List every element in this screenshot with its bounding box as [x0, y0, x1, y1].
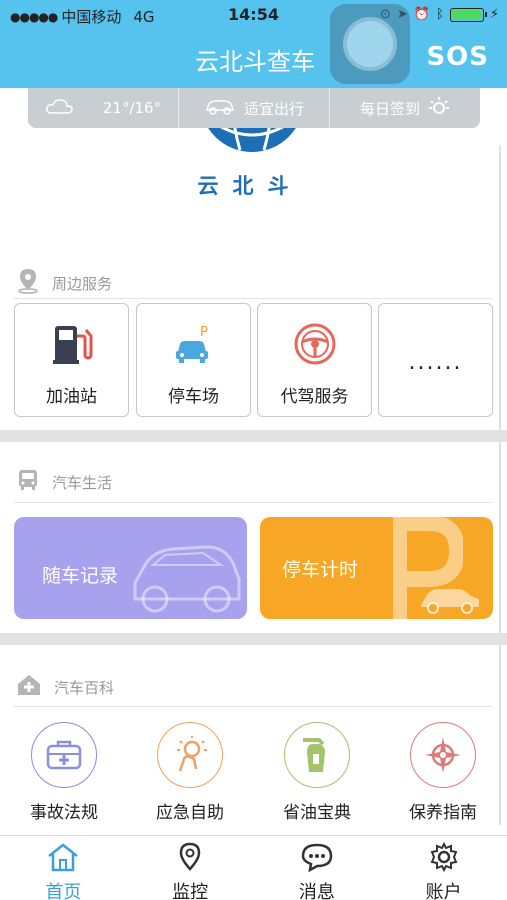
card-parking-timer[interactable]: 停车计时	[260, 517, 493, 619]
encyclopedia-label: 省油宝典	[283, 803, 351, 823]
tile-designated-driver[interactable]: 代驾服务	[257, 303, 372, 417]
tab-label: 消息	[298, 882, 335, 900]
card-vehicle-log[interactable]: 随车记录	[14, 517, 247, 619]
home-icon	[0, 842, 127, 876]
tab-home[interactable]: 首页	[0, 836, 127, 900]
checkin-widget[interactable]: 每日签到	[330, 88, 480, 128]
tile-more[interactable]: ......	[378, 303, 493, 417]
cloud-icon	[45, 97, 75, 119]
app-header: ●●●●● 中国移动 4G 14:54 ⊙ ➤ ⏰ ᛒ ⚡ 云北斗查车 SOS	[0, 0, 507, 88]
tile-gas-station[interactable]: 加油站	[14, 303, 129, 417]
encyclopedia-label: 事故法规	[30, 803, 98, 823]
page-title: 云北斗查车	[195, 48, 315, 76]
charging-icon: ⚡	[489, 7, 499, 22]
tab-label: 账户	[425, 882, 462, 900]
section-separator	[0, 430, 507, 442]
section-title: 汽车生活	[52, 473, 113, 492]
tile-label: 停车场	[168, 387, 219, 407]
section-title: 周边服务	[52, 274, 113, 293]
steering-wheel-icon	[258, 322, 371, 366]
sos-button[interactable]: SOS	[426, 42, 489, 72]
checkin-label: 每日签到	[359, 99, 420, 118]
encyclopedia-item-fuel-saving[interactable]: 省油宝典	[262, 722, 372, 823]
car-illustration-icon	[133, 545, 241, 613]
encyclopedia-label: 保养指南	[409, 803, 477, 823]
chat-bubble-icon	[254, 842, 381, 876]
gear-icon	[380, 841, 507, 876]
travel-widget[interactable]: 适宜出行	[179, 88, 330, 128]
battery-icon	[449, 7, 487, 22]
encyclopedia-item-accident-rules[interactable]: 事故法规	[9, 722, 119, 823]
compass-icon	[410, 722, 476, 788]
section-separator	[0, 633, 507, 645]
divider	[14, 502, 492, 503]
tab-monitor[interactable]: 监控	[127, 836, 254, 900]
weather-widget[interactable]: 21°/16°	[28, 88, 179, 128]
section-header-nearby: 周边服务	[16, 268, 112, 298]
fuel-nozzle-icon	[284, 722, 350, 788]
car-outline-icon	[204, 96, 236, 120]
assistive-touch-button[interactable]	[330, 4, 410, 84]
idea-hand-icon	[157, 722, 223, 788]
tab-label: 首页	[45, 882, 82, 900]
divider	[14, 706, 492, 707]
tile-label: 代驾服务	[280, 387, 349, 407]
section-header-life: 汽车生活	[16, 468, 112, 496]
encyclopedia-item-maintenance[interactable]: 保养指南	[388, 722, 498, 823]
bluetooth-icon: ᛒ	[436, 7, 444, 22]
encyclopedia-label: 应急自助	[156, 803, 224, 823]
status-bar: ●●●●● 中国移动 4G 14:54 ⊙ ➤ ⏰ ᛒ ⚡	[0, 0, 507, 30]
svg-text:P: P	[200, 325, 208, 340]
sun-icon	[428, 95, 450, 121]
logo-text: 云北斗	[197, 174, 303, 198]
more-icon: ......	[408, 350, 463, 375]
encyclopedia-item-emergency[interactable]: 应急自助	[135, 722, 245, 823]
card-label: 随车记录	[42, 565, 119, 587]
location-pin-icon	[127, 842, 254, 876]
parking-car-icon: P	[137, 322, 250, 366]
weather-temp: 21°/16°	[102, 99, 162, 117]
house-plus-icon	[16, 673, 42, 701]
section-header-encyclopedia: 汽车百科	[16, 673, 114, 701]
bus-icon	[16, 468, 40, 496]
tab-label: 监控	[172, 882, 209, 900]
alarm-icon: ⏰	[413, 7, 431, 22]
car-side-icon	[421, 589, 479, 614]
scroll-indicator	[499, 145, 501, 825]
gas-station-icon	[15, 322, 128, 366]
tab-account[interactable]: 账户	[380, 836, 507, 900]
tab-bar: 首页 监控 消息 账户	[0, 835, 507, 900]
location-pin-icon	[16, 268, 40, 298]
card-label: 停车计时	[282, 559, 359, 581]
first-aid-kit-icon	[31, 722, 97, 788]
tile-label: 加油站	[46, 387, 97, 407]
tile-parking[interactable]: P 停车场	[136, 303, 251, 417]
info-bar: 21°/16° 适宜出行 每日签到	[28, 88, 480, 128]
tab-messages[interactable]: 消息	[254, 836, 381, 900]
section-title: 汽车百科	[54, 678, 115, 697]
travel-label: 适宜出行	[243, 99, 304, 118]
divider	[14, 298, 492, 299]
